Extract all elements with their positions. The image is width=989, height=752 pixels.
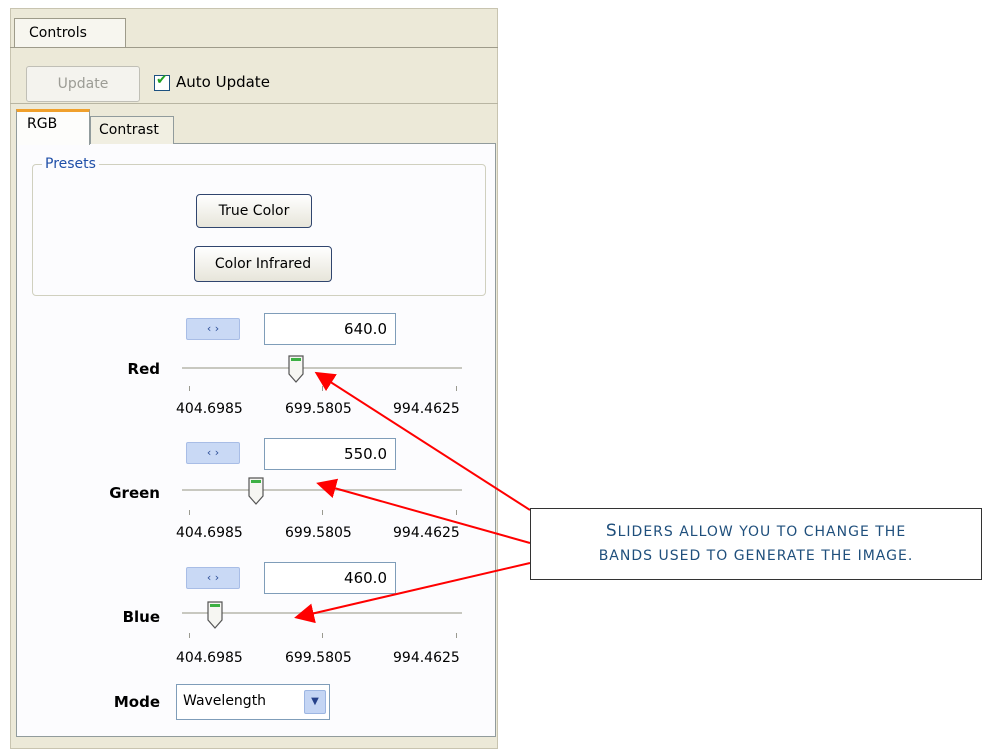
callout-line-1-text: LIDERS ALLOW YOU TO CHANGE THE bbox=[617, 524, 907, 540]
callout-line-2: BANDS USED TO GENERATE THE IMAGE. bbox=[598, 548, 914, 564]
arrow-to-green bbox=[316, 478, 531, 544]
callout-box: SLIDERS ALLOW YOU TO CHANGE THE BANDS US… bbox=[530, 508, 982, 580]
arrow-to-red bbox=[314, 371, 531, 511]
tab-rgb[interactable]: RGB bbox=[16, 109, 90, 145]
callout-line-1: SLIDERS ALLOW YOU TO CHANGE THE bbox=[537, 519, 975, 544]
arrow-to-blue bbox=[294, 562, 531, 624]
callout-initial: S bbox=[605, 521, 618, 541]
callout-arrows bbox=[294, 371, 531, 624]
